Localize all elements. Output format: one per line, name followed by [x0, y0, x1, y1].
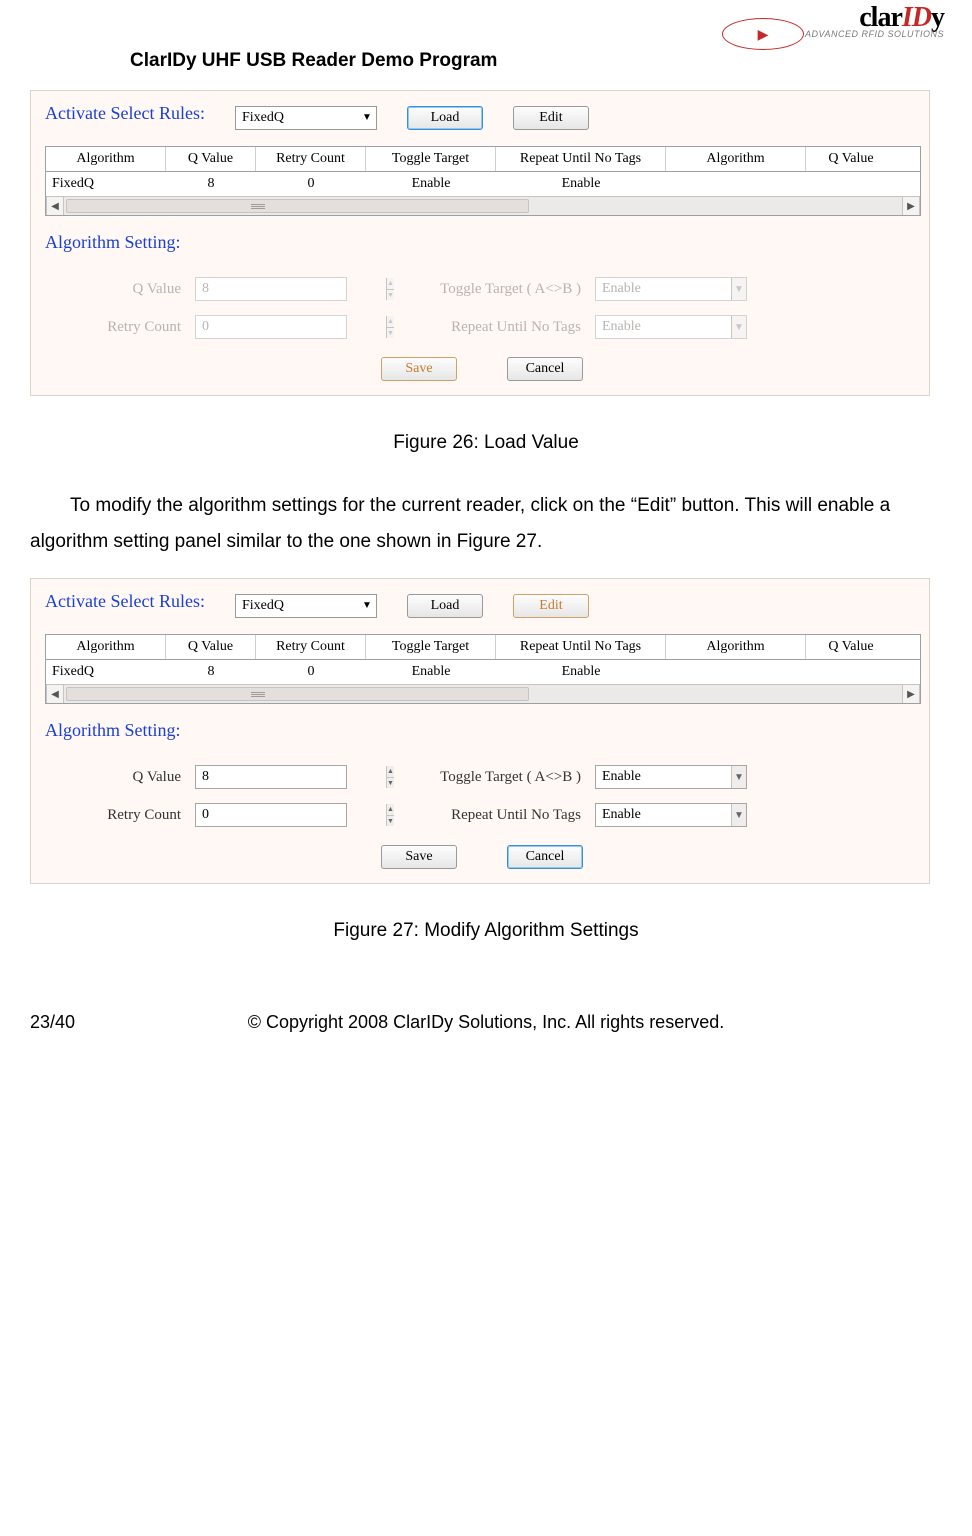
figure-26-caption: Figure 26: Load Value	[30, 432, 942, 454]
spin-up-icon: ▲	[387, 316, 394, 328]
edit-button[interactable]: Edit	[513, 594, 589, 618]
activate-select-rules-label: Activate Select Rules:	[45, 591, 205, 612]
spin-down-icon[interactable]: ▼	[387, 778, 394, 789]
rules-combo-value: FixedQ	[242, 598, 284, 614]
repeat-combo[interactable]: Enable▼	[595, 803, 747, 827]
toggle-target-label: Toggle Target ( A<>B )	[425, 769, 595, 786]
chevron-down-icon: ▼	[731, 804, 746, 826]
repeat-combo: Enable▼	[595, 315, 747, 339]
scroll-left-icon[interactable]: ◀	[46, 685, 64, 703]
chevron-down-icon: ▼	[731, 278, 746, 300]
cancel-button[interactable]: Cancel	[507, 845, 583, 869]
load-button[interactable]: Load	[407, 106, 483, 130]
retry-count-label: Retry Count	[45, 319, 195, 336]
retry-count-spinner[interactable]: ▲▼	[195, 803, 347, 827]
algorithm-setting-label: Algorithm Setting:	[45, 720, 919, 741]
copyright-text: © Copyright 2008 ClarIDy Solutions, Inc.…	[30, 1012, 942, 1033]
table-header-row: AlgorithmQ ValueRetry CountToggle Target…	[46, 147, 920, 172]
body-paragraph: To modify the algorithm settings for the…	[30, 488, 942, 560]
scroll-right-icon[interactable]: ▶	[902, 197, 920, 215]
table-header-row: AlgorithmQ ValueRetry CountToggle Target…	[46, 635, 920, 660]
screenshot-panel-2: Activate Select Rules: FixedQ ▼ Load Edi…	[30, 578, 930, 884]
spin-up-icon: ▲	[387, 278, 394, 290]
toggle-target-combo[interactable]: Enable▼	[595, 765, 747, 789]
edit-button[interactable]: Edit	[513, 106, 589, 130]
cancel-button[interactable]: Cancel	[507, 357, 583, 381]
algorithm-setting-label: Algorithm Setting:	[45, 232, 919, 253]
algorithm-setting-form: Q Value ▲▼ Toggle Target ( A<>B ) Enable…	[45, 277, 919, 339]
q-value-input	[196, 278, 386, 300]
rules-combo[interactable]: FixedQ ▼	[235, 594, 377, 618]
table-row[interactable]: FixedQ80EnableEnable	[46, 172, 920, 196]
rules-combo-value: FixedQ	[242, 110, 284, 126]
q-value-label: Q Value	[45, 281, 195, 298]
q-value-input[interactable]	[196, 766, 386, 788]
screenshot-panel-1: Activate Select Rules: FixedQ ▼ Load Edi…	[30, 90, 930, 396]
table-row[interactable]: FixedQ80EnableEnable	[46, 660, 920, 684]
horizontal-scrollbar[interactable]: ◀ ▶	[46, 196, 920, 215]
algorithm-table: AlgorithmQ ValueRetry CountToggle Target…	[45, 634, 921, 704]
repeat-label: Repeat Until No Tags	[425, 807, 595, 824]
chevron-down-icon: ▼	[362, 112, 372, 123]
scroll-right-icon[interactable]: ▶	[902, 685, 920, 703]
spin-down-icon: ▼	[387, 290, 394, 301]
repeat-label: Repeat Until No Tags	[425, 319, 595, 336]
logo-oval-icon: ▶	[722, 18, 804, 50]
q-value-spinner[interactable]: ▲▼	[195, 765, 347, 789]
brand-logo: ▶ clarIDy ADVANCED RFID SOLUTIONS	[805, 4, 944, 39]
spin-down-icon: ▼	[387, 328, 394, 339]
figure-27-caption: Figure 27: Modify Algorithm Settings	[30, 920, 942, 942]
algorithm-table: AlgorithmQ ValueRetry CountToggle Target…	[45, 146, 921, 216]
rules-combo[interactable]: FixedQ ▼	[235, 106, 377, 130]
document-title: ClarIDy UHF USB Reader Demo Program	[30, 20, 497, 72]
arrow-icon: ▶	[758, 27, 769, 41]
save-button[interactable]: Save	[381, 845, 457, 869]
spin-up-icon[interactable]: ▲	[387, 766, 394, 778]
retry-count-input	[196, 316, 386, 338]
retry-count-label: Retry Count	[45, 807, 195, 824]
activate-select-rules-label: Activate Select Rules:	[45, 103, 205, 124]
algorithm-setting-form: Q Value ▲▼ Toggle Target ( A<>B ) Enable…	[45, 765, 919, 827]
toggle-target-combo: Enable▼	[595, 277, 747, 301]
scroll-left-icon[interactable]: ◀	[46, 197, 64, 215]
q-value-label: Q Value	[45, 769, 195, 786]
retry-count-input[interactable]	[196, 804, 386, 826]
save-button[interactable]: Save	[381, 357, 457, 381]
chevron-down-icon: ▼	[731, 766, 746, 788]
horizontal-scrollbar[interactable]: ◀ ▶	[46, 684, 920, 703]
retry-count-spinner: ▲▼	[195, 315, 347, 339]
spin-up-icon[interactable]: ▲	[387, 804, 394, 816]
load-button[interactable]: Load	[407, 594, 483, 618]
spin-down-icon[interactable]: ▼	[387, 816, 394, 827]
page-number: 23/40	[30, 1012, 75, 1033]
chevron-down-icon: ▼	[731, 316, 746, 338]
page-footer: 23/40 © Copyright 2008 ClarIDy Solutions…	[30, 1012, 942, 1033]
q-value-spinner: ▲▼	[195, 277, 347, 301]
toggle-target-label: Toggle Target ( A<>B )	[425, 281, 595, 298]
chevron-down-icon: ▼	[362, 600, 372, 611]
